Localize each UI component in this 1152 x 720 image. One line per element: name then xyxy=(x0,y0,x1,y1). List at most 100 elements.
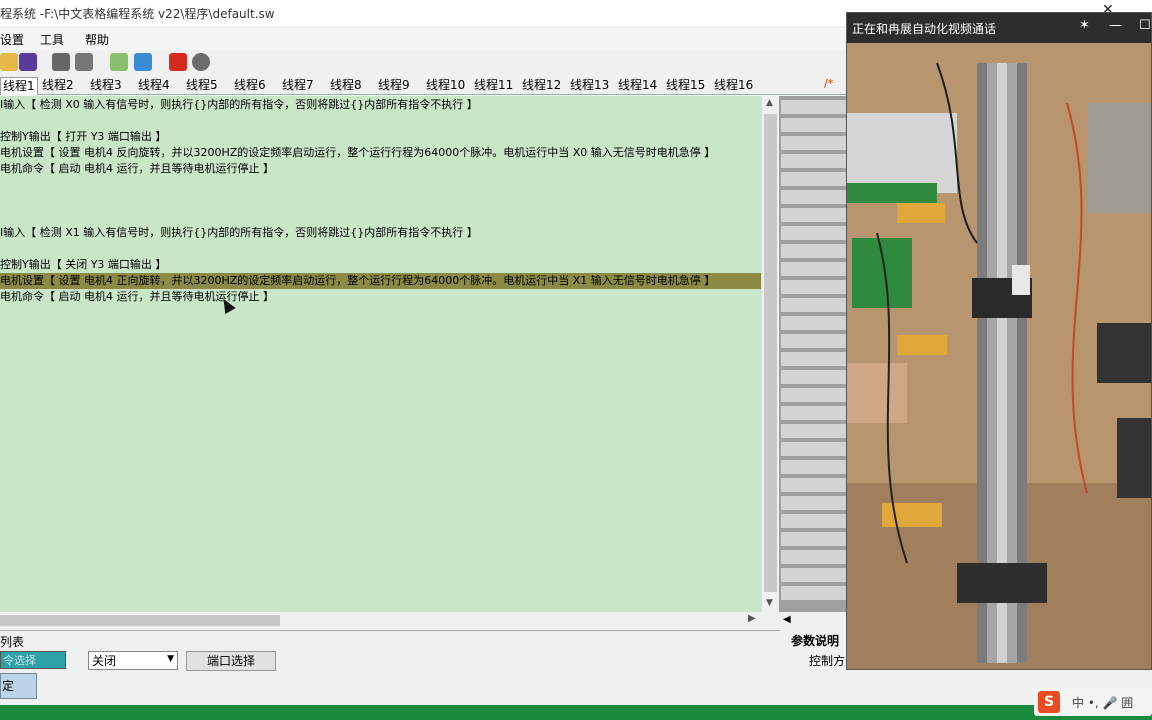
tab-thread-4[interactable]: 线程4 xyxy=(136,77,172,95)
code-line[interactable] xyxy=(0,113,761,129)
grid-row[interactable] xyxy=(781,172,847,186)
scroll-up-icon[interactable]: ▲ xyxy=(766,98,773,108)
tab-thread-8[interactable]: 线程8 xyxy=(328,77,364,95)
tab-thread-1[interactable]: 线程1 xyxy=(0,77,38,95)
tab-thread-5[interactable]: 线程5 xyxy=(184,77,220,95)
code-line[interactable]: 电机命令【 启动 电机4 运行，并且等待电机运行停止 】 xyxy=(0,161,761,177)
grid-row[interactable] xyxy=(781,406,847,420)
tab-thread-10[interactable]: 线程10 xyxy=(424,77,467,95)
grid-row[interactable] xyxy=(781,478,847,492)
ime-toolbar[interactable]: S 中 •, 🎤 囲 xyxy=(1034,688,1152,716)
grid-row[interactable] xyxy=(781,532,847,546)
scroll-down-icon[interactable]: ▼ xyxy=(766,598,773,608)
grid-row[interactable] xyxy=(781,118,847,132)
code-line[interactable]: 控制Y输出【 打开 Y3 端口输出 】 xyxy=(0,129,761,145)
right-grid-panel xyxy=(779,96,849,612)
menu-tools[interactable]: 工具 xyxy=(40,31,64,48)
grid-row[interactable] xyxy=(781,352,847,366)
ime-logo-icon[interactable]: S xyxy=(1038,691,1060,713)
tab-thread-7[interactable]: 线程7 xyxy=(280,77,316,95)
tab-thread-16[interactable]: 线程16 xyxy=(712,77,755,95)
tab-thread-9[interactable]: 线程9 xyxy=(376,77,412,95)
port-select-button[interactable]: 端口选择 xyxy=(186,651,276,671)
editor-vertical-scrollbar[interactable]: ▲ ▼ xyxy=(761,96,778,612)
pin-icon[interactable]: ✶ xyxy=(1079,18,1090,33)
grid-row[interactable] xyxy=(781,496,847,510)
tab-thread-14[interactable]: 线程14 xyxy=(616,77,659,95)
code-line[interactable] xyxy=(0,209,761,225)
grid-row[interactable] xyxy=(781,262,847,276)
code-line[interactable] xyxy=(0,241,761,257)
grid-row[interactable] xyxy=(781,424,847,438)
thread-tabs: 线程1 线程2 线程3 线程4 线程5 线程6 线程7 线程8 线程9 线程10… xyxy=(0,75,850,95)
tab-thread-15[interactable]: 线程15 xyxy=(664,77,707,95)
grid-row[interactable] xyxy=(781,514,847,528)
grid-row[interactable] xyxy=(781,460,847,474)
save-icon[interactable] xyxy=(19,53,37,71)
grid-row[interactable] xyxy=(781,442,847,456)
code-line[interactable] xyxy=(0,177,761,193)
grid-row[interactable] xyxy=(781,136,847,150)
scroll-right-icon[interactable]: ▶ xyxy=(748,613,756,624)
grid-row[interactable] xyxy=(781,316,847,330)
user-icon[interactable] xyxy=(192,53,210,71)
scroll-thumb[interactable] xyxy=(0,615,280,626)
menu-help[interactable]: 帮助 xyxy=(85,31,109,48)
code-line-highlighted[interactable]: 电机设置【 设置 电机4 正向旋转，并以3200HZ的设定频率启动运行，整个运行… xyxy=(0,273,761,289)
grid-row[interactable] xyxy=(781,550,847,564)
toolbar xyxy=(0,51,850,75)
tab-thread-13[interactable]: 线程13 xyxy=(568,77,611,95)
chevron-down-icon[interactable]: ▼ xyxy=(167,654,174,664)
right-panel-scrollbar[interactable]: ◀ xyxy=(779,612,849,629)
editor-horizontal-scrollbar[interactable]: ▶ xyxy=(0,612,761,629)
video-call-window[interactable]: 正在和冉展自动化视频通话 ✶ — ☐ xyxy=(846,12,1152,670)
window-title: 程系统 -F:\中文表格编程系统 v22\程序\default.sw xyxy=(0,7,275,21)
code-line[interactable]: I输入【 检测 X0 输入有信号时，则执行{}内部的所有指令，否则将跳过{}内部… xyxy=(0,97,761,113)
code-line[interactable] xyxy=(0,193,761,209)
open-folder-icon[interactable] xyxy=(0,53,18,71)
grid-row[interactable] xyxy=(781,388,847,402)
code-editor[interactable]: I输入【 检测 X0 输入有信号时，则执行{}内部的所有指令，否则将跳过{}内部… xyxy=(0,96,761,612)
tab-thread-6[interactable]: 线程6 xyxy=(232,77,268,95)
pdf-icon[interactable] xyxy=(169,53,187,71)
grid-row[interactable] xyxy=(781,226,847,240)
port-state-select[interactable]: 关闭 ▼ xyxy=(88,651,178,670)
grid-row[interactable] xyxy=(781,370,847,384)
confirm-button[interactable]: 定 xyxy=(0,673,37,699)
grid-row[interactable] xyxy=(781,100,847,114)
bottom-panel: 列表 令选择 关闭 ▼ 端口选择 定 xyxy=(0,630,780,705)
tab-thread-12[interactable]: 线程12 xyxy=(520,77,563,95)
telegram-icon[interactable] xyxy=(134,53,152,71)
grid-row[interactable] xyxy=(781,298,847,312)
code-line[interactable]: 电机命令【 启动 电机4 运行，并且等待电机运行停止 】 xyxy=(0,289,761,305)
grid-row[interactable] xyxy=(781,208,847,222)
tab-extra-marker: /* xyxy=(824,77,834,90)
grid-row[interactable] xyxy=(781,244,847,258)
code-line[interactable]: 控制Y输出【 关闭 Y3 端口输出 】 xyxy=(0,257,761,273)
cloud-download-icon[interactable] xyxy=(110,53,128,71)
video-call-header: 正在和冉展自动化视频通话 ✶ — ☐ xyxy=(847,13,1151,43)
minimize-icon[interactable]: — xyxy=(1109,18,1122,33)
grid-row[interactable] xyxy=(781,568,847,582)
tab-thread-3[interactable]: 线程3 xyxy=(88,77,124,95)
scroll-thumb[interactable] xyxy=(764,114,777,592)
tab-thread-11[interactable]: 线程11 xyxy=(472,77,515,95)
command-select-field[interactable]: 令选择 xyxy=(0,651,66,669)
scroll-left-icon[interactable]: ◀ xyxy=(783,614,791,625)
camera-icon[interactable] xyxy=(75,53,93,71)
gear-icon[interactable] xyxy=(52,53,70,71)
video-call-title: 正在和冉展自动化视频通话 xyxy=(852,22,997,36)
grid-row[interactable] xyxy=(781,280,847,294)
code-line[interactable]: I输入【 检测 X1 输入有信号时，则执行{}内部的所有指令，否则将跳过{}内部… xyxy=(0,225,761,241)
menu-settings[interactable]: 设置 xyxy=(0,31,24,48)
ime-status[interactable]: 中 •, 🎤 囲 xyxy=(1072,694,1133,711)
video-scene-image xyxy=(847,43,1151,669)
taskbar xyxy=(0,705,1152,720)
tab-thread-2[interactable]: 线程2 xyxy=(40,77,76,95)
grid-row[interactable] xyxy=(781,154,847,168)
grid-row[interactable] xyxy=(781,190,847,204)
grid-row[interactable] xyxy=(781,586,847,600)
maximize-icon[interactable]: ☐ xyxy=(1139,18,1151,33)
grid-row[interactable] xyxy=(781,334,847,348)
code-line[interactable]: 电机设置【 设置 电机4 反向旋转，并以3200HZ的设定频率启动运行，整个运行… xyxy=(0,145,761,161)
